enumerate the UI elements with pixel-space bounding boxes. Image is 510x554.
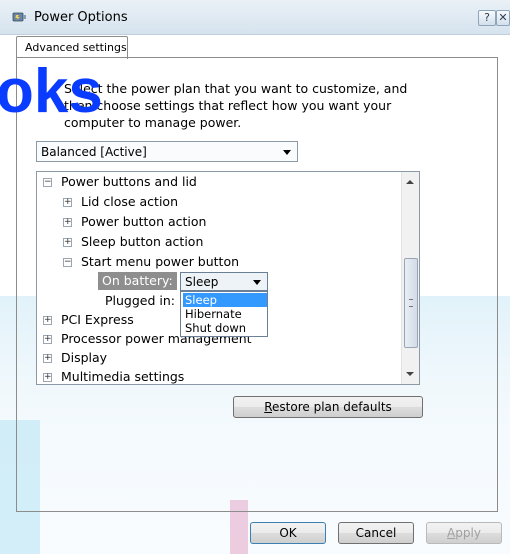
plugged-in-label: Plugged in: [105, 293, 176, 308]
restore-defaults-button[interactable]: Restore plan defaults [233, 396, 423, 418]
help-button[interactable]: ? [478, 10, 496, 26]
scroll-up-icon[interactable] [406, 180, 414, 184]
power-plan-select[interactable]: Balanced [Active] [36, 141, 298, 162]
on-battery-select[interactable]: Sleep [180, 272, 268, 291]
on-battery-value: Sleep [185, 275, 219, 289]
window-title: Power Options [34, 10, 128, 25]
expand-icon[interactable]: + [63, 218, 72, 227]
expand-icon[interactable]: + [43, 316, 52, 325]
cancel-button[interactable]: Cancel [338, 522, 414, 544]
expand-icon[interactable]: + [43, 335, 52, 344]
dropdown-option-shut-down[interactable]: Shut down [183, 321, 267, 335]
chevron-down-icon [253, 280, 261, 285]
ok-button[interactable]: OK [250, 522, 326, 544]
apply-button[interactable]: Apply [426, 522, 502, 544]
expand-icon[interactable]: + [63, 198, 72, 207]
power-plan-value: Balanced [Active] [41, 145, 147, 159]
expand-icon[interactable]: + [63, 238, 72, 247]
scroll-down-icon[interactable] [406, 372, 414, 376]
tab-advanced-settings[interactable]: Advanced settings [16, 36, 128, 59]
on-battery-dropdown: Sleep Hibernate Shut down [180, 291, 268, 337]
close-button[interactable]: ✕ [496, 10, 510, 26]
power-options-icon [12, 12, 26, 22]
title-bar: Power Options ? ✕ [0, 0, 510, 35]
collapse-icon[interactable]: − [43, 178, 52, 187]
collapse-icon[interactable]: − [63, 258, 72, 267]
dropdown-option-hibernate[interactable]: Hibernate [183, 307, 267, 321]
expand-icon[interactable]: + [43, 354, 52, 363]
dropdown-option-sleep[interactable]: Sleep [183, 293, 267, 307]
logo-overlay: oks [0, 62, 103, 118]
chevron-down-icon [283, 150, 291, 155]
grip-icon [409, 299, 413, 307]
settings-tree: − Power buttons and lid + Lid close acti… [36, 171, 420, 385]
scroll-thumb[interactable] [404, 258, 418, 348]
tree-scrollbar[interactable] [401, 172, 419, 384]
tab-label: Advanced settings [25, 41, 127, 54]
logo-text: oks [0, 62, 103, 118]
expand-icon[interactable]: + [43, 373, 52, 382]
on-battery-label: On battery: [98, 272, 177, 290]
